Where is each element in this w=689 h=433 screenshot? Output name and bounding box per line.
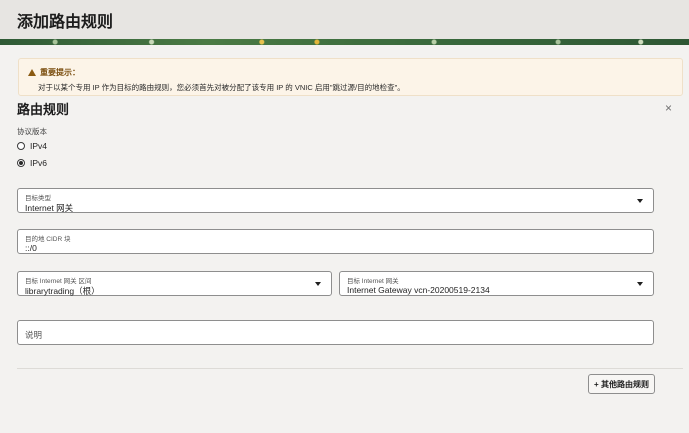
target-compartment-label: 目标 Internet 网关 区间 (25, 278, 92, 285)
warning-icon (28, 69, 36, 76)
description-input[interactable]: 说明 (17, 320, 654, 345)
chevron-down-icon (637, 282, 643, 286)
notice-title: 重要提示： (40, 68, 80, 77)
page-title: 添加路由规则 (17, 14, 114, 31)
chevron-down-icon (637, 199, 643, 203)
chevron-down-icon (315, 282, 321, 286)
radio-ipv4[interactable]: IPv4 (17, 141, 47, 151)
important-notice: 重要提示： 对于以某个专用 IP 作为目标的路由规则，您必须首先对被分配了该专用… (18, 58, 683, 96)
section-title: 路由规则 (17, 102, 70, 117)
decorative-banner (0, 39, 689, 45)
radio-circle-checked[interactable] (17, 159, 25, 167)
target-type-select[interactable]: 目标类型 Internet 网关 (17, 188, 654, 213)
target-gateway-label: 目标 Internet 网关 (347, 278, 399, 285)
destination-cidr-value[interactable]: ::/0 (25, 243, 37, 253)
target-gateway-select[interactable]: 目标 Internet 网关 Internet Gateway vcn-2020… (339, 271, 654, 296)
close-icon[interactable]: × (665, 102, 672, 114)
radio-circle[interactable] (17, 142, 25, 150)
notice-text: 对于以某个专用 IP 作为目标的路由规则，您必须首先对被分配了该专用 IP 的 … (38, 83, 405, 92)
destination-cidr-label: 目的地 CIDR 块 (25, 236, 71, 243)
add-route-rule-button[interactable]: + 其他路由规则 (588, 374, 655, 394)
destination-cidr-input[interactable]: 目的地 CIDR 块 ::/0 (17, 229, 654, 254)
target-gateway-value: Internet Gateway vcn-20200519-2134 (347, 285, 490, 295)
protocol-version-label: 协议版本 (17, 127, 47, 136)
radio-label-ipv4: IPv4 (30, 141, 48, 151)
target-compartment-value: librarytrading（根） (25, 286, 100, 296)
radio-label-ipv6: IPv6 (30, 158, 48, 168)
divider (17, 368, 683, 369)
description-placeholder: 说明 (25, 330, 43, 340)
radio-ipv6[interactable]: IPv6 (17, 158, 47, 168)
target-compartment-select[interactable]: 目标 Internet 网关 区间 librarytrading（根） (17, 271, 332, 296)
page-header: 添加路由规则 (0, 0, 689, 39)
target-type-value: Internet 网关 (25, 203, 74, 213)
target-type-label: 目标类型 (25, 195, 51, 202)
notice-header: 重要提示： (28, 67, 80, 78)
